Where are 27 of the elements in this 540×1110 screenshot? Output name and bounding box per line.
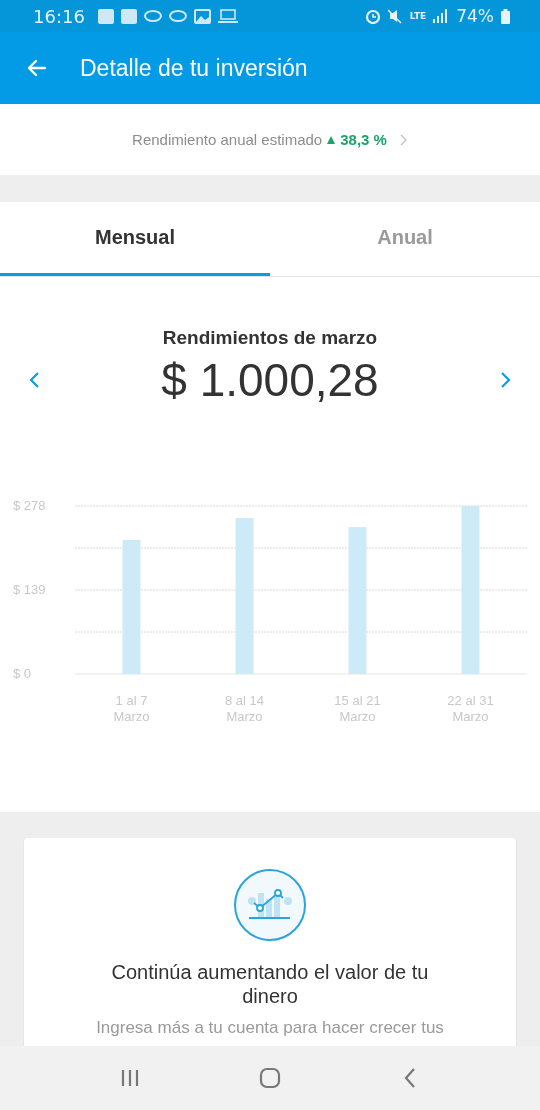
promo-text: Ingresa más a tu cuenta para hacer crecer tus — [96, 1018, 444, 1038]
period-tab[interactable]: Anual — [270, 202, 540, 276]
home-icon[interactable] — [259, 1067, 281, 1089]
oval-icon — [168, 10, 187, 22]
back-icon[interactable] — [403, 1067, 417, 1089]
oval-icon — [143, 10, 162, 22]
next-month-icon[interactable] — [500, 370, 512, 390]
mute-icon — [387, 8, 403, 24]
screen-title: Detalle de tu inversión — [80, 54, 308, 82]
previous-month-icon[interactable] — [28, 370, 40, 390]
alarm-icon — [364, 8, 381, 24]
recent-apps-icon[interactable] — [119, 1068, 141, 1088]
status-time: 16:16 — [33, 5, 85, 27]
calendar-icon — [120, 8, 137, 24]
calendar-icon — [97, 8, 114, 24]
period-title: Rendimientos de marzo — [162, 327, 378, 349]
image-icon — [193, 8, 211, 24]
promo-title: Continúa aumentando el valor de tu dinero — [110, 960, 430, 1008]
growth-chart-icon — [233, 868, 307, 942]
chevron-right-icon — [399, 133, 408, 146]
battery-icon — [501, 8, 510, 24]
laptop-icon — [217, 9, 238, 23]
annual-yield-row[interactable]: Rendimiento anual estimado 38,3 % — [0, 104, 540, 175]
signal-icon — [433, 9, 450, 23]
network-type: LTE — [409, 11, 427, 21]
period-amount: $ 1.000,28 — [161, 353, 379, 407]
battery-level: 74% — [456, 6, 494, 26]
